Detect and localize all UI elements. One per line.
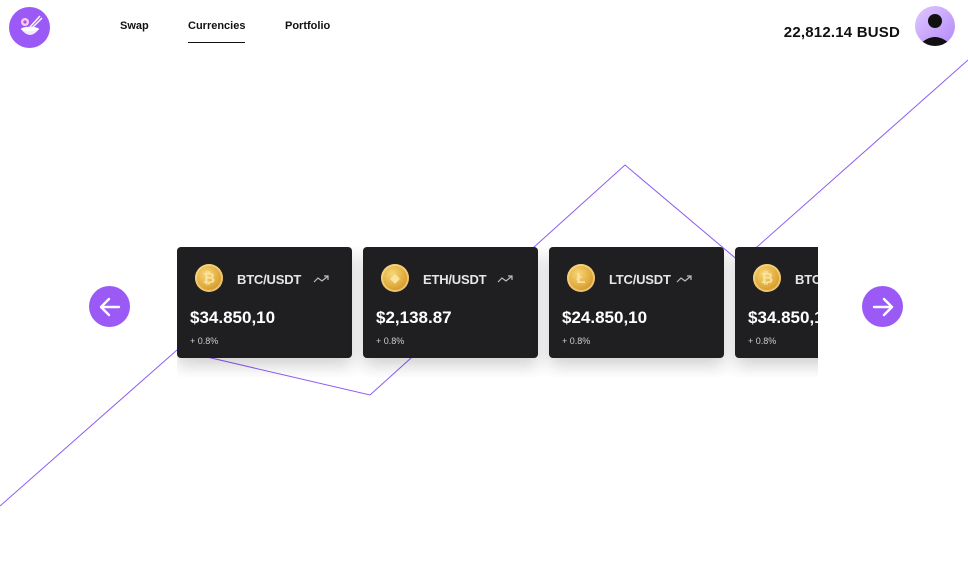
currency-card-btc-2[interactable]: ₿ BTC/USDT $34.850,10 + 0.8% (735, 247, 818, 358)
arrow-right-icon (872, 297, 893, 316)
currency-pair: BTC/USDT (795, 272, 818, 287)
price-change: + 0.8% (190, 336, 219, 346)
ethereum-icon: ◆ (381, 264, 409, 292)
user-avatar[interactable] (915, 6, 955, 46)
coin-glyph: ₿ (760, 269, 774, 287)
bowl-logo-icon (20, 15, 42, 35)
currency-price: $24.850,10 (562, 308, 648, 327)
carousel-prev-button[interactable] (89, 286, 130, 327)
currency-price: $34.850,10 (748, 308, 818, 327)
price-change: + 0.8% (748, 336, 777, 346)
nav-swap[interactable]: Swap (120, 20, 149, 32)
price-change: + 0.8% (376, 336, 405, 346)
wallet-balance: 22,812.14 BUSD (783, 24, 900, 41)
currency-card-btc[interactable]: ₿ BTC/USDT $34.850,10 + 0.8% (177, 247, 352, 358)
currency-card-ltc[interactable]: Ł LTC/USDT $24.850,10 + 0.8% (549, 247, 724, 358)
trend-up-icon (313, 275, 329, 283)
currency-carousel: ₿ BTC/USDT $34.850,10 + 0.8% ◆ ETH/USDT … (177, 247, 818, 377)
currency-pair: ETH/USDT (423, 272, 487, 287)
currency-price: $34.850,10 (190, 308, 276, 327)
price-change: + 0.8% (562, 336, 591, 346)
carousel-track: ₿ BTC/USDT $34.850,10 + 0.8% ◆ ETH/USDT … (177, 247, 818, 377)
currency-pair: LTC/USDT (609, 272, 671, 287)
nav-portfolio[interactable]: Portfolio (285, 20, 330, 32)
app-logo[interactable] (9, 7, 50, 48)
arrow-left-icon (99, 297, 120, 316)
bitcoin-icon: ₿ (753, 264, 781, 292)
user-silhouette-icon (918, 14, 952, 46)
trend-up-icon (676, 275, 692, 283)
nav-currencies[interactable]: Currencies (188, 20, 246, 43)
coin-glyph: ₿ (202, 269, 216, 287)
currency-price: $2,138.87 (376, 308, 452, 327)
bitcoin-icon: ₿ (195, 264, 223, 292)
litecoin-icon: Ł (567, 264, 595, 292)
currency-card-eth[interactable]: ◆ ETH/USDT $2,138.87 + 0.8% (363, 247, 538, 358)
coin-glyph: ◆ (390, 271, 400, 285)
currency-pair: BTC/USDT (237, 272, 302, 287)
trend-up-icon (497, 275, 513, 283)
coin-glyph: Ł (576, 269, 586, 287)
carousel-next-button[interactable] (862, 286, 903, 327)
